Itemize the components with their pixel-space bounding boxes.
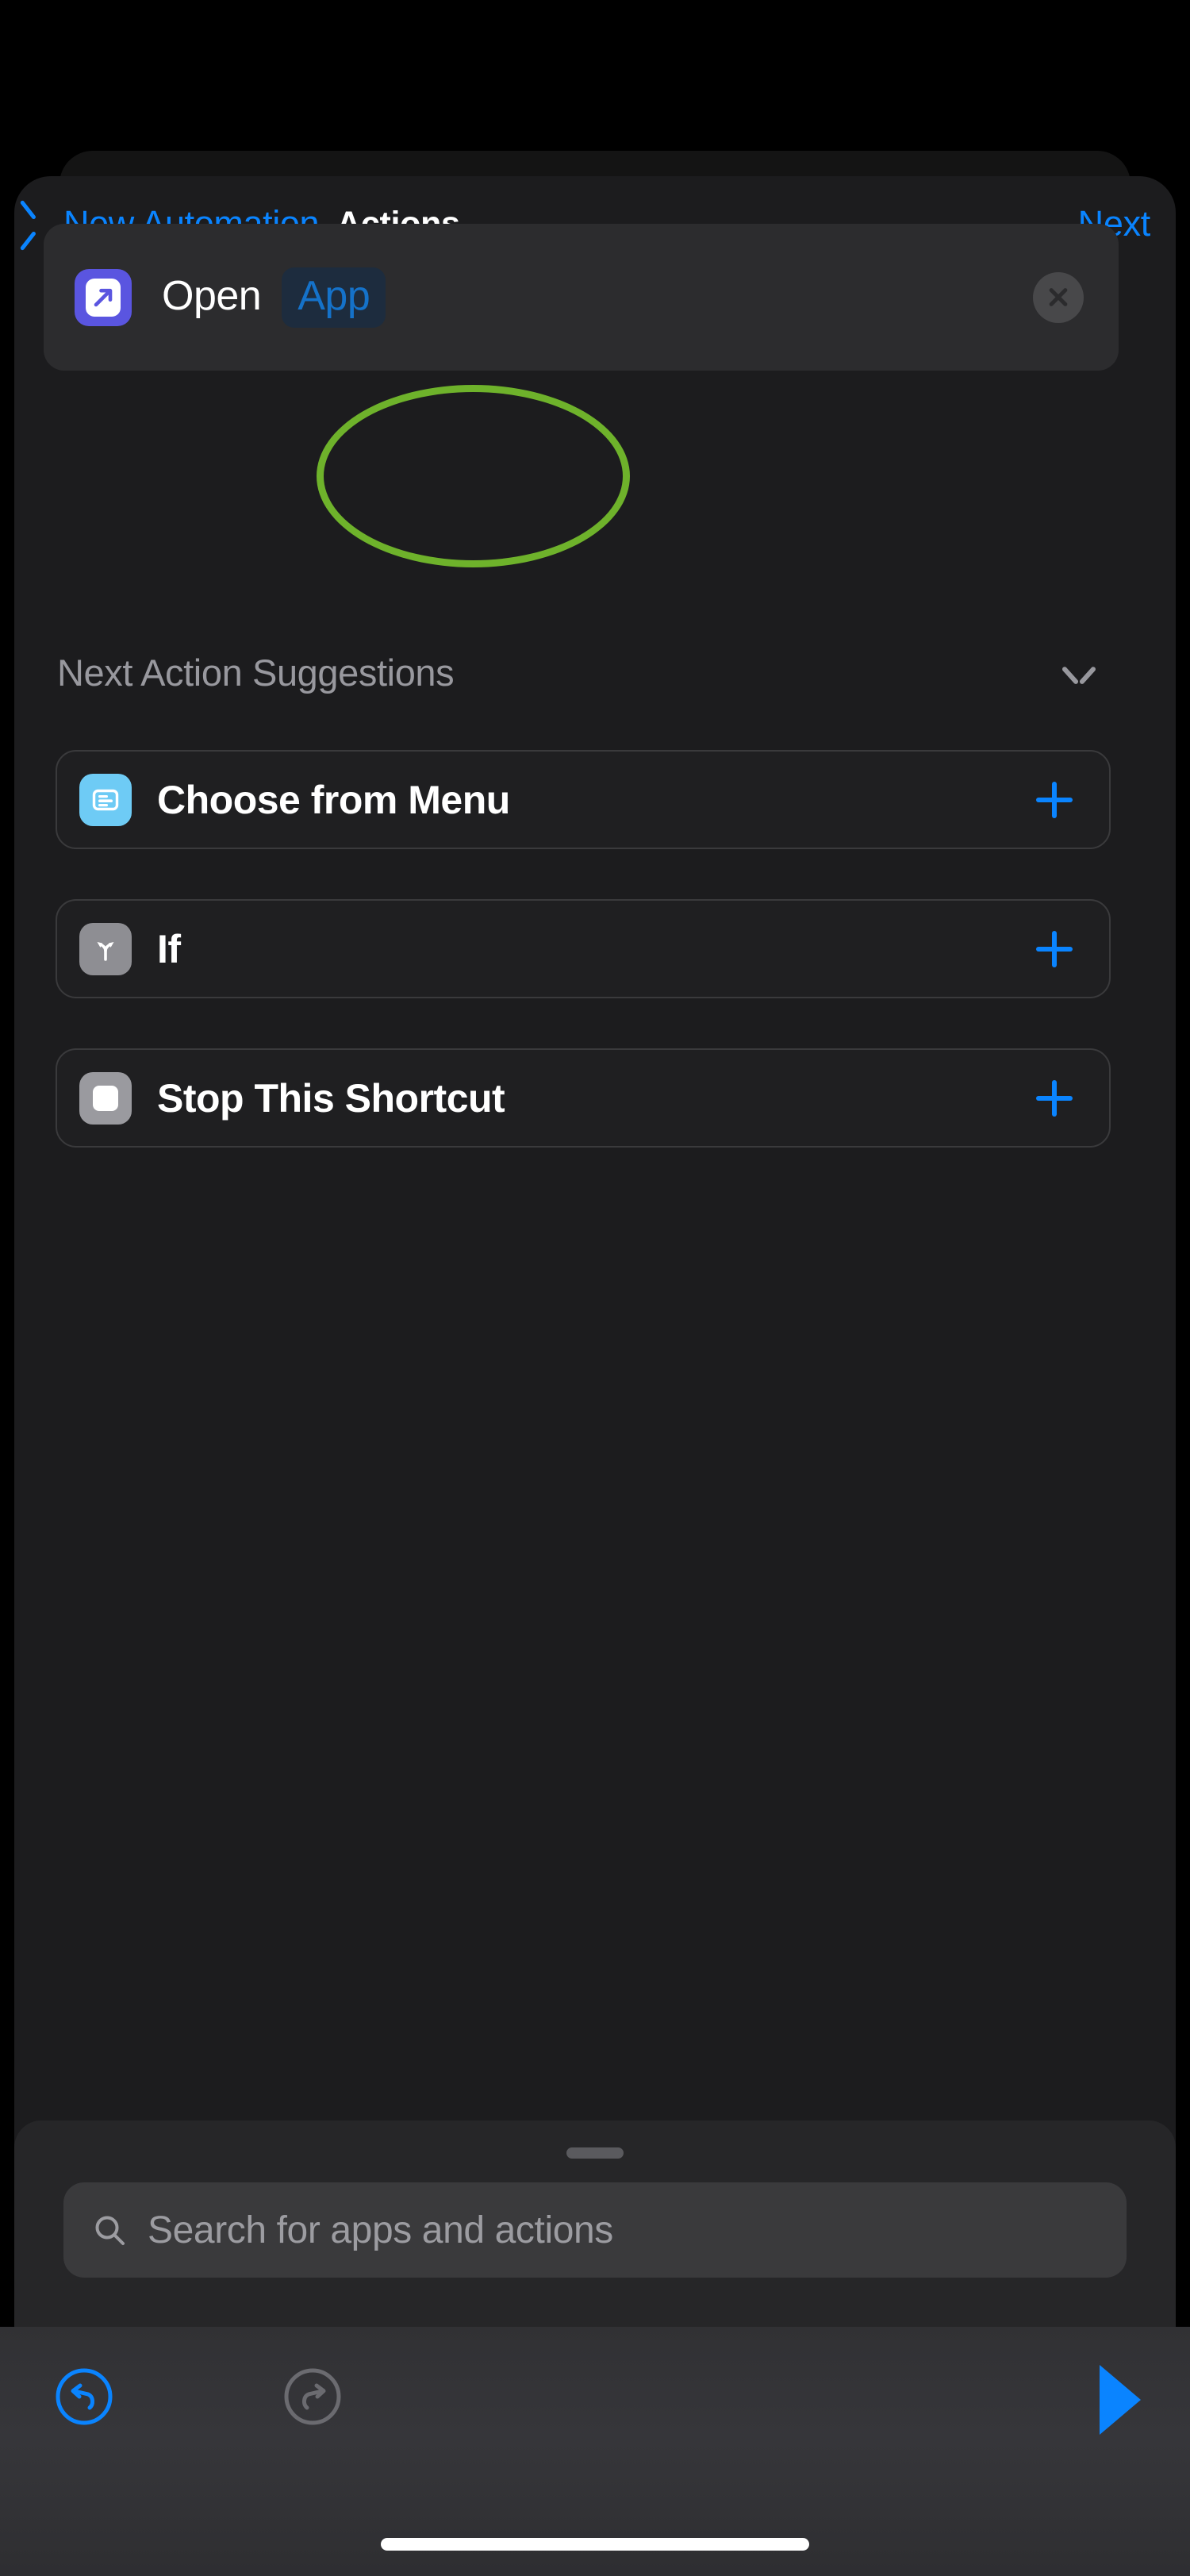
search-input[interactable]: Search for apps and actions	[63, 2182, 1127, 2278]
chevron-down-icon[interactable]	[1063, 663, 1095, 682]
list-item-label: Choose from Menu	[157, 777, 510, 822]
sheet-grabber[interactable]	[566, 2147, 624, 2159]
undo-icon[interactable]	[54, 2366, 114, 2427]
search-sheet: Search for apps and actions	[14, 2120, 1176, 2327]
list-item-label: Stop This Shortcut	[157, 1075, 505, 1121]
suggestions-header-label: Next Action Suggestions	[57, 652, 455, 694]
arrow-up-right-icon	[94, 288, 113, 306]
menu-list-icon	[79, 773, 132, 826]
close-circle-icon[interactable]	[1033, 271, 1084, 323]
list-item-label: If	[157, 926, 181, 971]
branch-fork-glyph	[97, 941, 114, 961]
plus-icon[interactable]	[1036, 781, 1073, 818]
branch-fork-icon	[79, 922, 132, 975]
plus-icon[interactable]	[1036, 930, 1073, 967]
open-app-icon-document	[86, 278, 121, 317]
action-parameter-token[interactable]: App	[282, 267, 386, 328]
list-item-content: If	[57, 901, 1109, 997]
search-placeholder-text: Search for apps and actions	[148, 2209, 613, 2251]
plus-icon[interactable]	[1036, 1079, 1073, 1117]
bottom-toolbar	[0, 2327, 1190, 2576]
home-indicator	[381, 2538, 809, 2551]
suggestions-header: Next Action Suggestions	[57, 651, 1104, 694]
list-item[interactable]: Choose from Menu	[56, 750, 1111, 849]
list-item-content: Choose from Menu	[57, 752, 1109, 848]
list-item[interactable]: Stop This Shortcut	[56, 1048, 1111, 1148]
open-app-icon	[75, 268, 132, 326]
action-row-open-app[interactable]: Open App	[44, 224, 1119, 371]
phone-screen: New Automation Actions Next Open App Next…	[0, 0, 1190, 2576]
action-label: Open	[162, 272, 262, 319]
action-label-wrapper: Open App	[162, 267, 386, 328]
play-icon[interactable]	[1100, 2365, 1141, 2435]
list-item-content: Stop This Shortcut	[57, 1050, 1109, 1146]
redo-icon	[284, 2368, 341, 2425]
stop-square-glyph	[93, 1085, 118, 1111]
suggestions-list: Choose from Menu If Stop This Shortcut	[56, 750, 1111, 1198]
menu-list-glyph	[92, 789, 119, 810]
search-icon	[95, 2216, 125, 2245]
actions-sheet: New Automation Actions Next	[14, 176, 1176, 2398]
list-item[interactable]: If	[56, 899, 1111, 998]
stop-square-icon	[79, 1071, 132, 1125]
